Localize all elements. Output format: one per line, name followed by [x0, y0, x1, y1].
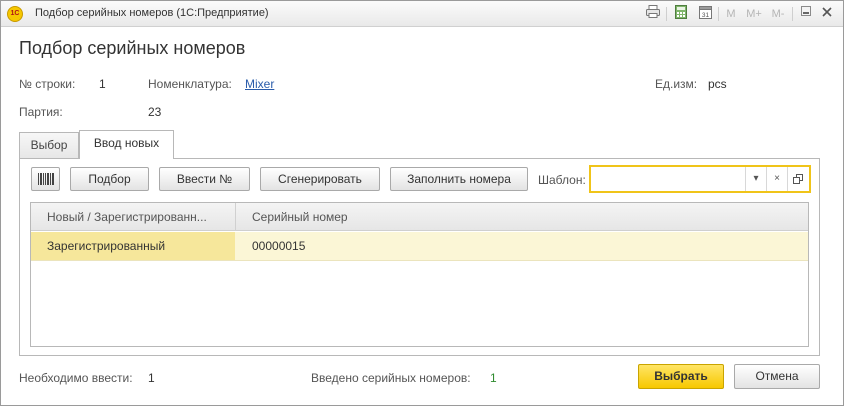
window: 1С Подбор серийных номеров (1С:Предприят…: [0, 0, 844, 406]
row-number-value: 1: [99, 77, 106, 91]
svg-text:31: 31: [701, 12, 709, 19]
memory-plus-button[interactable]: M+: [744, 5, 764, 23]
column-header-status[interactable]: Новый / Зарегистрированн...: [31, 203, 235, 231]
calculator-icon[interactable]: [672, 5, 690, 23]
clear-icon[interactable]: ×: [766, 167, 787, 191]
nomenclature-label: Номенклатура:: [148, 77, 232, 91]
memory-button[interactable]: M: [724, 5, 738, 23]
tab-vybor[interactable]: Выбор: [19, 132, 79, 158]
vvesti-number-button[interactable]: Ввести №: [159, 167, 250, 191]
column-header-serial[interactable]: Серийный номер: [236, 203, 806, 231]
batch-label: Партия:: [19, 105, 63, 119]
select-button[interactable]: Выбрать: [638, 364, 724, 389]
close-icon[interactable]: [819, 5, 835, 23]
toolbar-separator: [666, 7, 667, 21]
unit-value: pcs: [708, 77, 727, 91]
window-title: Подбор серийных номеров (1С:Предприятие): [35, 7, 269, 19]
template-input[interactable]: [593, 169, 741, 189]
open-form-icon[interactable]: [787, 167, 808, 191]
print-icon[interactable]: [644, 5, 662, 23]
fill-numbers-button[interactable]: Заполнить номера: [390, 167, 528, 191]
1c-logo-icon[interactable]: 1С: [7, 6, 23, 22]
table-header: Новый / Зарегистрированн... Серийный ном…: [31, 203, 808, 231]
need-to-enter-label: Необходимо ввести:: [19, 371, 133, 385]
podbor-button[interactable]: Подбор: [70, 167, 149, 191]
batch-value: 23: [148, 105, 162, 119]
generate-button[interactable]: Сгенерировать: [260, 167, 380, 191]
barcode-icon: [37, 173, 54, 185]
calendar-icon[interactable]: 31: [696, 5, 714, 23]
title-bar: 1С Подбор серийных номеров (1С:Предприят…: [1, 1, 843, 27]
toolbar-separator: [792, 7, 793, 21]
row-number-label: № строки:: [19, 77, 76, 91]
tab-vvod-novyh[interactable]: Ввод новых: [79, 130, 174, 159]
form-title: Подбор серийных номеров: [19, 38, 246, 58]
cancel-button[interactable]: Отмена: [734, 364, 820, 389]
template-field[interactable]: ▾ ×: [589, 165, 811, 193]
serial-numbers-table[interactable]: Новый / Зарегистрированн... Серийный ном…: [30, 202, 809, 347]
minimize-icon[interactable]: [798, 5, 814, 23]
cell-status[interactable]: Зарегистрированный: [31, 232, 235, 260]
need-to-enter-value: 1: [148, 371, 155, 385]
entered-count-label: Введено серийных номеров:: [311, 371, 471, 385]
entered-count-value: 1: [490, 371, 497, 385]
unit-label: Ед.изм:: [655, 77, 698, 91]
dropdown-arrow-icon[interactable]: ▾: [745, 167, 766, 191]
cell-serial[interactable]: 00000015: [236, 232, 806, 260]
memory-minus-button[interactable]: M-: [768, 5, 788, 23]
nomenclature-link[interactable]: Mixer: [245, 77, 274, 91]
template-label: Шаблон:: [538, 173, 586, 187]
toolbar-separator: [718, 7, 719, 21]
table-row[interactable]: Зарегистрированный 00000015: [31, 232, 808, 261]
barcode-button[interactable]: [31, 167, 60, 191]
